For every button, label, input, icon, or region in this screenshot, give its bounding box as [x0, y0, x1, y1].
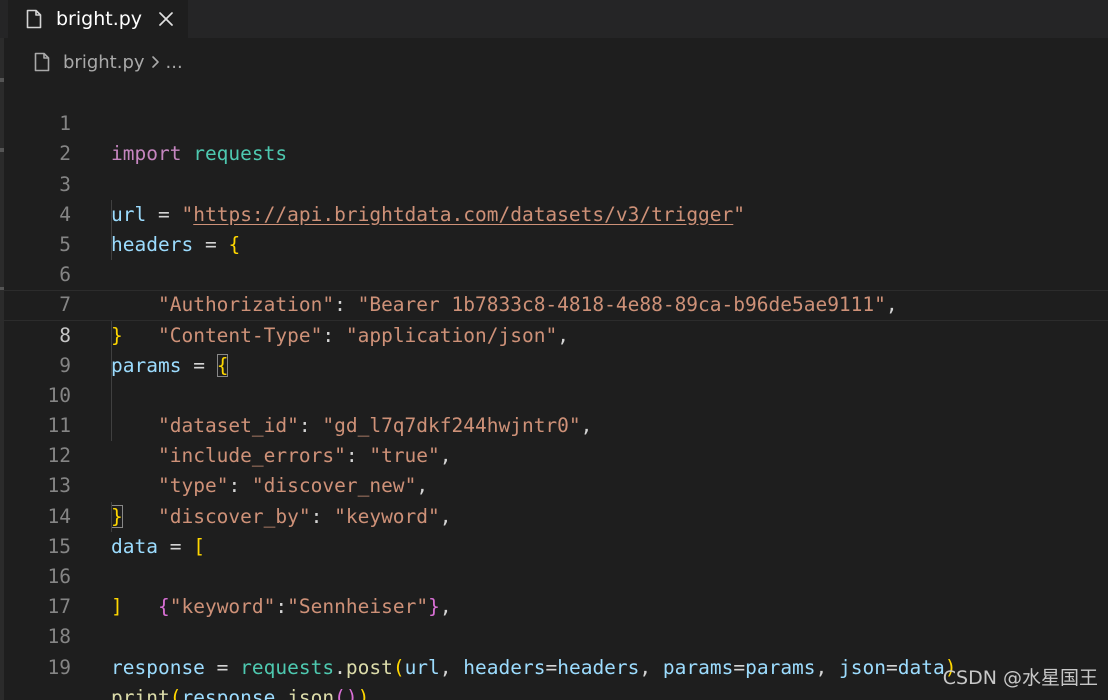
- function-json: json: [287, 685, 335, 700]
- code-line: 18 response = requests.post(url, headers…: [0, 592, 1108, 678]
- line-content: print(response.json()): [111, 683, 369, 700]
- file-icon: [34, 51, 52, 73]
- indent-guide: [111, 380, 112, 412]
- code-line: 9 "dataset_id": "gd_l7q7dkf244hwjntr0",: [0, 320, 1108, 437]
- code-line: 14 data = [: [0, 471, 1108, 558]
- tab-bar: bright.py: [0, 0, 1108, 38]
- indent-guide: [111, 501, 112, 532]
- code-line: 15 {"keyword":"Sennheiser"},: [0, 501, 1108, 618]
- module-name: requests: [240, 655, 335, 679]
- breadcrumb: bright.py ...: [34, 49, 183, 75]
- chevron-right-icon: [151, 55, 160, 69]
- indent-guide: [111, 320, 112, 351]
- indent-guide: [111, 411, 112, 442]
- file-icon: [26, 8, 44, 30]
- code-line: 13 }: [0, 441, 1108, 528]
- breadcrumb-ellipsis[interactable]: ...: [166, 52, 183, 73]
- code-line: 3 url = "https://api.brightdata.com/data…: [0, 139, 1108, 226]
- variable-data: data: [897, 655, 945, 679]
- code-line: 5 "Authorization": "Bearer 1b7833c8-4818…: [0, 199, 1108, 316]
- variable-url: url: [404, 655, 440, 679]
- indent-guide: [111, 229, 112, 261]
- line-number: 19: [47, 655, 71, 679]
- param-params: params: [662, 655, 734, 679]
- param-headers: headers: [463, 655, 546, 679]
- code-line: 7 }: [0, 260, 1108, 346]
- param-json: json: [839, 655, 886, 679]
- code-line: 6 "Content-Type": "application/json",: [0, 229, 1108, 347]
- line-content: response = requests.post(url, headers=he…: [111, 655, 957, 679]
- code-editor: bright.py bright.py ... 1 import request…: [0, 0, 1108, 700]
- variable-params: params: [745, 655, 816, 679]
- tab-bright-py[interactable]: bright.py: [8, 0, 188, 38]
- function-post: post: [345, 655, 393, 679]
- code-line: 10 "include_errors": "true",: [0, 350, 1108, 467]
- indent-guide: [111, 350, 112, 381]
- code-line: 11 "type": "discover_new",: [0, 380, 1108, 497]
- code-line: 12 "discover_by": "keyword",: [0, 411, 1108, 528]
- tab-label: bright.py: [56, 8, 143, 30]
- code-line: 19 print(response.json()): [0, 622, 1108, 700]
- variable-headers: headers: [557, 655, 640, 679]
- function-print: print: [111, 685, 170, 700]
- code-line: 2: [0, 109, 1108, 165]
- code-line: 17: [0, 562, 1108, 618]
- code-line: 4 headers = {: [0, 170, 1108, 256]
- code-line-current: 8 params = {: [0, 290, 1108, 377]
- variable-response: response: [181, 685, 276, 700]
- indent-guide: [111, 199, 112, 230]
- code-area[interactable]: 1 import requests 2 3 url = "https://api…: [0, 79, 1108, 700]
- code-line: 1 import requests: [0, 79, 1108, 165]
- close-icon[interactable]: [156, 9, 176, 29]
- breadcrumb-file[interactable]: bright.py: [63, 52, 145, 73]
- code-line: 16 ]: [0, 532, 1108, 618]
- variable-response: response: [111, 655, 205, 679]
- watermark: CSDN @水星国王: [942, 667, 1098, 689]
